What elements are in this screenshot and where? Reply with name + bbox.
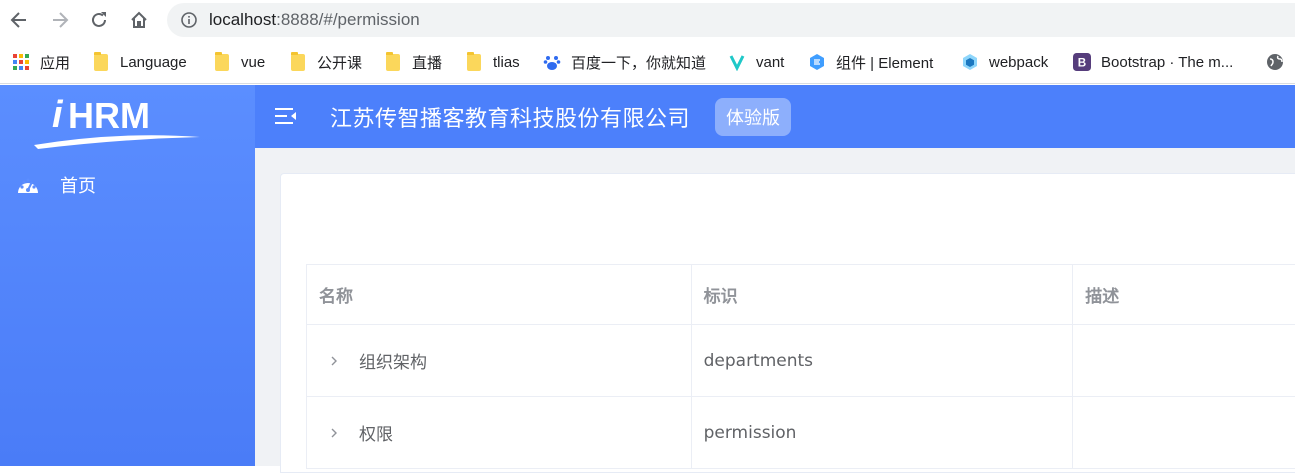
permission-card: 名称 标识 描述 组织架构 departments 权限 permission	[280, 173, 1295, 473]
url-host: localhost	[209, 10, 277, 29]
column-header-code[interactable]: 标识	[692, 265, 1074, 324]
bookmark-public-course[interactable]: 公开课	[289, 51, 362, 73]
reload-icon	[92, 12, 106, 27]
trial-badge: 体验版	[715, 98, 791, 136]
baidu-paw-icon	[543, 53, 561, 71]
cell-description	[1073, 397, 1295, 468]
url-path: :8888/#/permission	[276, 10, 420, 29]
bookmark-label: vue	[241, 53, 266, 71]
home-button[interactable]	[127, 8, 151, 32]
bookmark-globe[interactable]	[1266, 51, 1294, 73]
bookmark-vant[interactable]: vant	[728, 51, 784, 73]
folder-icon	[92, 51, 110, 71]
main-content: 名称 标识 描述 组织架构 departments 权限 permission	[255, 148, 1295, 473]
reload-button[interactable]	[87, 8, 111, 32]
url-text[interactable]: localhost:8888/#/permission	[209, 10, 420, 30]
sidebar: i HRM 首页	[0, 85, 255, 466]
cell-code: departments	[692, 325, 1074, 396]
webpack-cube-icon	[961, 53, 979, 71]
sidebar-item-label: 首页	[60, 176, 96, 197]
cell-description	[1073, 325, 1295, 396]
table-row[interactable]: 组织架构 departments	[307, 325, 1295, 397]
svg-text:i: i	[52, 94, 64, 136]
sidebar-item-home[interactable]: 首页	[0, 169, 255, 201]
bookmark-label: 应用	[40, 54, 71, 72]
bookmark-label: 组件 | Element	[836, 54, 934, 72]
bookmark-label: 百度一下，你就知道	[571, 54, 707, 72]
bookmark-label: tlias	[493, 53, 520, 71]
folder-icon	[465, 51, 483, 71]
address-bar[interactable]: localhost:8888/#/permission	[167, 3, 1295, 37]
bookmark-baidu[interactable]: 百度一下，你就知道	[543, 51, 706, 73]
bookmark-label: 公开课	[317, 54, 363, 72]
cell-name: 权限	[307, 397, 692, 468]
svg-text:HRM: HRM	[68, 95, 150, 136]
bookmark-label: Bootstrap · The m...	[1101, 53, 1234, 71]
table-header-row: 名称 标识 描述	[307, 265, 1295, 325]
browser-toolbar: localhost:8888/#/permission	[0, 0, 1295, 40]
bootstrap-logo-icon: B	[1073, 53, 1091, 71]
element-logo-icon	[808, 53, 826, 71]
bookmark-apps[interactable]: 应用	[12, 51, 70, 73]
apps-grid-icon	[12, 53, 30, 71]
bookmark-label: vant	[756, 53, 785, 71]
bookmark-vue[interactable]: vue	[213, 51, 265, 73]
svg-text:B: B	[1078, 57, 1086, 70]
arrow-right-icon	[53, 12, 69, 28]
arrow-left-icon	[10, 12, 26, 28]
globe-icon	[1266, 53, 1284, 71]
bookmark-language[interactable]: Language	[92, 51, 187, 73]
bookmark-element[interactable]: 组件 | Element	[808, 51, 933, 73]
bookmark-label: Language	[120, 53, 187, 71]
forward-button[interactable]	[48, 8, 72, 32]
dashboard-icon	[18, 178, 38, 193]
hamburger-icon[interactable]	[275, 107, 297, 125]
chevron-right-icon[interactable]	[327, 354, 341, 368]
folder-icon	[384, 51, 402, 71]
bookmark-tlias[interactable]: tlias	[465, 51, 520, 73]
folder-icon	[213, 51, 231, 71]
info-icon[interactable]	[181, 12, 197, 28]
cell-name: 组织架构	[307, 325, 692, 396]
row-name: 权限	[359, 425, 393, 445]
bookmark-webpack[interactable]: webpack	[961, 51, 1048, 73]
folder-icon	[289, 51, 307, 71]
column-header-name[interactable]: 名称	[307, 265, 692, 324]
company-name: 江苏传智播客教育科技股份有限公司	[330, 107, 691, 132]
row-name: 组织架构	[359, 353, 427, 373]
cell-code: permission	[692, 397, 1074, 468]
bookmark-label: 直播	[412, 54, 443, 72]
permission-table: 名称 标识 描述 组织架构 departments 权限 permission	[306, 264, 1295, 469]
back-button[interactable]	[7, 8, 31, 32]
vant-logo-icon	[728, 53, 746, 71]
bookmark-live[interactable]: 直播	[384, 51, 442, 73]
bookmarks-bar: 应用 Language vue 公开课 直播 tlias 百度一下，你就知道 v…	[0, 40, 1295, 84]
bookmark-bootstrap[interactable]: B Bootstrap · The m...	[1073, 51, 1233, 73]
bookmark-label: webpack	[989, 53, 1049, 71]
column-header-description[interactable]: 描述	[1073, 265, 1295, 324]
ihrm-logo: i HRM	[34, 94, 200, 149]
chevron-right-icon[interactable]	[327, 426, 341, 440]
home-icon	[131, 11, 147, 28]
top-navbar: 江苏传智播客教育科技股份有限公司 体验版	[255, 85, 1295, 148]
table-row[interactable]: 权限 permission	[307, 397, 1295, 469]
